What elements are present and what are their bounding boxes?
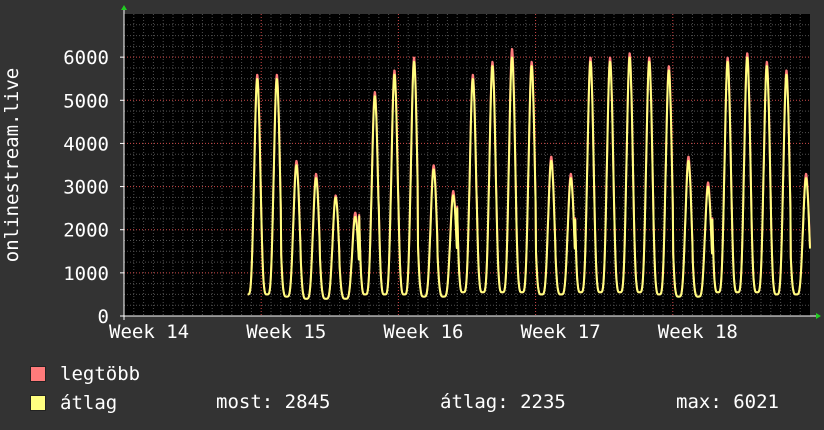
y-axis-label: onlinestream.live bbox=[1, 68, 23, 262]
stat-now: most: 2845 bbox=[216, 391, 331, 413]
y-tick-label: 0 bbox=[98, 306, 109, 328]
x-tick-label: Week 17 bbox=[521, 321, 601, 340]
chart: 0 1000 2000 3000 4000 5000 6000 Week 14 Week 15 W… bbox=[1, 5, 821, 340]
y-tick-label: 4000 bbox=[63, 133, 109, 155]
y-axis-arrow bbox=[121, 5, 127, 10]
x-tick-label: Week 15 bbox=[246, 321, 326, 340]
y-tick-label: 6000 bbox=[63, 47, 109, 69]
y-tick-label: 2000 bbox=[63, 220, 109, 242]
legend-avg: átlag bbox=[30, 391, 117, 415]
x-axis-arrow bbox=[816, 313, 821, 319]
x-tick-label: Week 14 bbox=[109, 321, 189, 340]
y-tick-label: 3000 bbox=[63, 177, 109, 199]
x-tick-label: Week 16 bbox=[383, 321, 463, 340]
legend-max-label: legtöbb bbox=[60, 363, 141, 385]
legend-max-swatch bbox=[30, 366, 46, 382]
legend-avg-swatch bbox=[30, 395, 46, 411]
legend-avg-label: átlag bbox=[60, 392, 118, 414]
y-tick-label: 5000 bbox=[63, 90, 109, 112]
y-tick-label: 1000 bbox=[63, 263, 109, 285]
x-tick-label: Week 18 bbox=[658, 321, 738, 340]
stat-max: max: 6021 bbox=[676, 391, 779, 413]
legend-max: legtöbb bbox=[30, 362, 140, 386]
stat-avg: átlag: 2235 bbox=[440, 391, 566, 413]
